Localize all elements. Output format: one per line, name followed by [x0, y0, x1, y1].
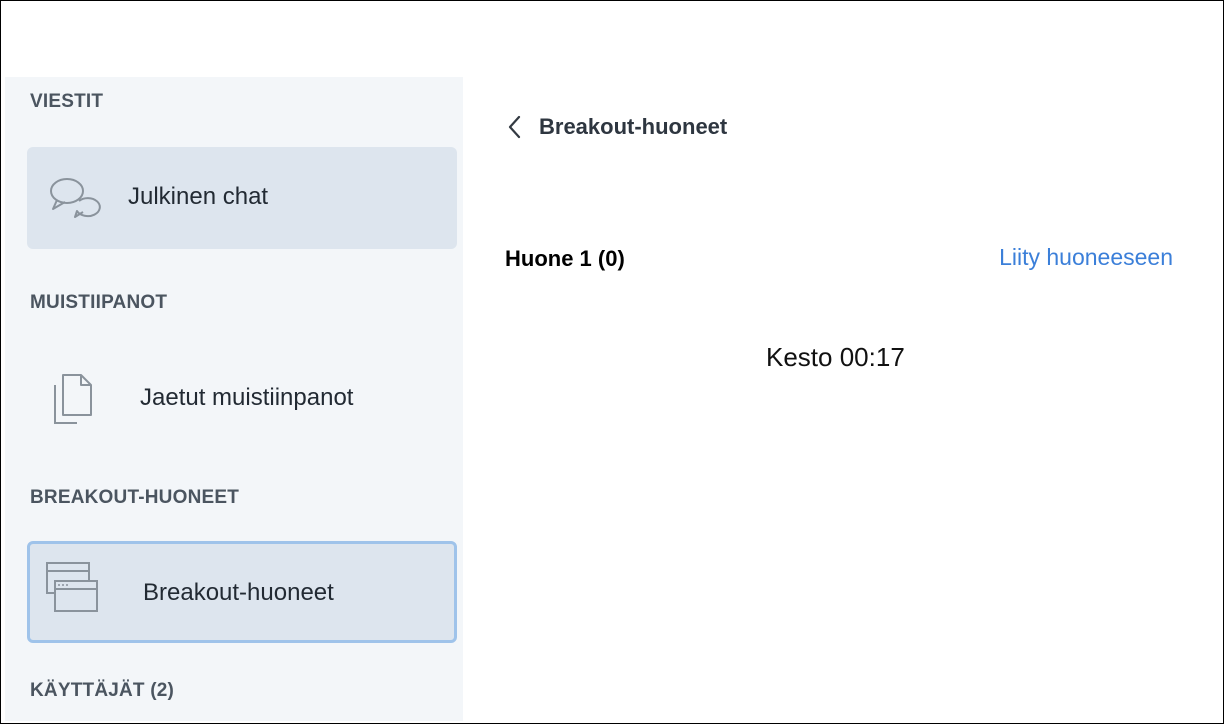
sidebar-item-label: Julkinen chat [128, 183, 269, 210]
sidebar: VIESTIT Julkinen chat MUISTIIPANOT Jaetu… [5, 77, 463, 721]
sidebar-item-shared-notes[interactable]: Jaetut muistiinpanot [27, 345, 457, 447]
sidebar-item-breakout-rooms[interactable]: Breakout-huoneet [27, 541, 457, 643]
section-heading-breakouts: BREAKOUT-HUONEET [30, 487, 240, 508]
sidebar-item-label: Breakout-huoneet [143, 579, 334, 606]
sidebar-item-public-chat[interactable]: Julkinen chat [27, 147, 457, 249]
room-duration: Kesto 00:17 [766, 342, 905, 372]
breakout-panel: Breakout-huoneet Huone 1 (0) Liity huone… [463, 77, 1222, 722]
chat-bubbles-icon [50, 178, 101, 218]
section-heading-notes: MUISTIIPANOT [30, 292, 168, 313]
section-heading-users: KÄYTTÄJÄT (2) [30, 680, 175, 701]
room-row: Huone 1 (0) Liity huoneeseen [505, 242, 1173, 278]
chevron-left-icon [508, 115, 521, 139]
sidebar-item-label: Jaetut muistiinpanot [140, 384, 354, 411]
panel-title: Breakout-huoneet [539, 114, 728, 139]
join-room-link[interactable]: Liity huoneeseen [999, 244, 1173, 271]
windows-icon [46, 562, 98, 612]
section-heading-messages: VIESTIT [30, 91, 104, 112]
room-name: Huone 1 (0) [505, 246, 625, 271]
back-button[interactable]: Breakout-huoneet [505, 107, 727, 147]
document-icon [54, 374, 92, 424]
